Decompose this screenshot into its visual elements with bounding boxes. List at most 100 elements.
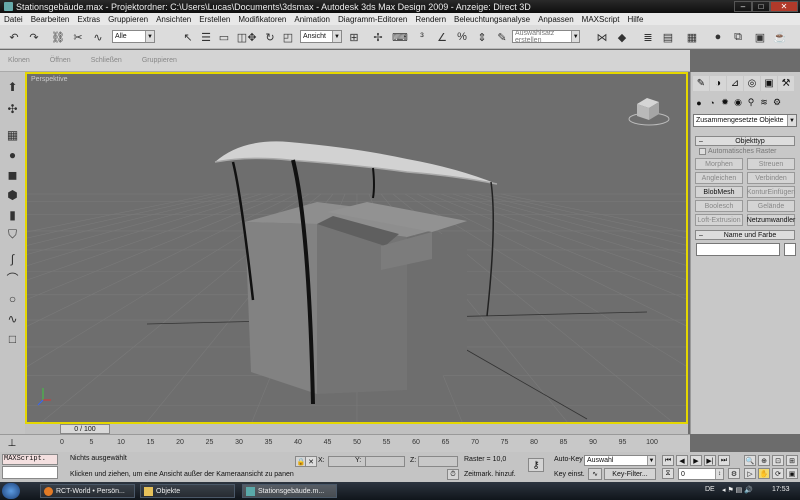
selection-filter-dropdown[interactable]: Alle ▼ [112,30,155,43]
close-button[interactable]: ✕ [770,1,798,12]
spacewarps-icon[interactable]: ≋ [758,96,770,109]
menu-animation[interactable]: Animation [294,15,330,24]
object-category-dropdown[interactable]: Zusammengesetzte Objekte ▼ [693,114,797,127]
select-rotate-icon[interactable]: ↻ [262,29,278,45]
object-name-field[interactable] [696,243,780,256]
menu-extras[interactable]: Extras [77,15,100,24]
set-key-button[interactable]: Key einst. [554,471,585,478]
arc-icon[interactable]: ⌒ [4,270,21,287]
reference-coordinate-dropdown[interactable]: Ansicht ▼ [300,30,342,43]
group-button[interactable]: Gruppieren [142,57,177,64]
add-time-tag[interactable]: Zeitmark. hinzuf. [464,471,516,478]
move-icon[interactable]: ✣ [4,100,21,117]
rectangle-icon[interactable]: □ [4,330,21,347]
pan-view-icon[interactable]: ✋ [758,468,770,479]
zoom-extents-icon[interactable]: ⊡ [772,455,784,466]
set-key-icon[interactable]: ⚷ [528,458,544,472]
track-bar[interactable]: ⊥ 0 5 10 15 20 25 30 35 40 45 50 55 60 65 70 75 80 85 90 95… [0,434,690,452]
align-icon[interactable]: ◆ [614,29,630,45]
clone-button[interactable]: Klonen [8,57,30,64]
keyboard-shortcut-icon[interactable]: ⌨ [392,29,408,45]
mesher-button[interactable]: Netzumwandler [747,214,795,226]
clock[interactable]: 17:53 [772,486,790,493]
key-filters-button[interactable]: Key-Filter... [604,468,656,480]
time-configuration-icon[interactable]: ⚙ [728,468,740,479]
geometry-icon[interactable]: ● [693,96,705,109]
play-icon[interactable]: ▶ [690,455,702,466]
curve-editor-icon[interactable]: ▦ [684,29,700,45]
boolean-button[interactable]: Boolesch [695,200,743,212]
open-mini-curve-editor-icon[interactable]: ⊥ [5,437,19,450]
redo-icon[interactable]: ↷ [26,29,42,45]
utilities-tab-icon[interactable]: ⚒ [778,76,794,91]
open-button[interactable]: Öffnen [50,57,71,64]
current-frame-field[interactable]: 0 ↕ [678,468,724,480]
next-frame-icon[interactable]: ▶| [704,455,716,466]
sphere-icon[interactable]: ● [4,146,21,163]
auto-key-button[interactable]: Auto-Key [554,456,583,463]
go-to-end-icon[interactable]: ⏭ [718,455,730,466]
create-tab-icon[interactable]: ✎ [693,76,709,91]
pivot-center-icon[interactable]: ⊞ [346,29,362,45]
task-objects-folder[interactable]: Objekte [140,484,235,498]
terrain-button[interactable]: Gelände [747,200,795,212]
manipulate-icon[interactable]: ✢ [370,29,386,45]
layer-manager-icon[interactable]: ≣ [640,29,656,45]
motion-tab-icon[interactable]: ◎ [744,76,760,91]
tube-icon[interactable]: ▮ [4,206,21,223]
quick-render-icon[interactable]: ☕ [772,29,788,45]
maxscript-listener[interactable]: MAXScript. [2,454,58,465]
unlink-icon[interactable]: ✂ [70,29,86,45]
maximize-button[interactable]: □ [752,1,770,12]
angle-snap-icon[interactable]: ∠ [434,29,450,45]
systems-icon[interactable]: ⚙ [771,96,783,109]
lights-icon[interactable]: ✹ [719,96,731,109]
go-to-start-icon[interactable]: ⏮ [662,455,674,466]
selection-region-icon[interactable]: ▭ [216,29,232,45]
helix-icon[interactable]: ∫ [4,250,21,267]
time-slider[interactable]: 0 / 100 [25,424,688,434]
material-editor-icon[interactable]: ● [710,29,726,45]
language-indicator[interactable]: DE [705,486,715,493]
name-color-rollout[interactable]: – Name und Farbe [695,230,795,240]
zoom-icon[interactable]: 🔍 [744,455,756,466]
select-by-name-icon[interactable]: ☰ [198,29,214,45]
time-tag-icon[interactable]: ⏱ [447,469,459,480]
zoom-all-icon[interactable]: ⊕ [758,455,770,466]
close-group-button[interactable]: Schließen [91,57,122,64]
viewcube[interactable] [628,98,670,126]
object-type-rollout[interactable]: – Objekttyp [695,136,795,146]
start-button[interactable] [2,483,20,499]
box-grid-icon[interactable]: ▦ [4,126,21,143]
perspective-viewport[interactable]: Perspektive [25,72,688,424]
menu-beleuchtungsanalyse[interactable]: Beleuchtungsanalyse [454,15,530,24]
menu-maxscript[interactable]: MAXScript [582,15,620,24]
mirror-icon[interactable]: ⋈ [594,29,610,45]
snap-toggle-icon[interactable]: ³ [414,29,430,45]
menu-hilfe[interactable]: Hilfe [627,15,643,24]
key-mode-icon[interactable]: ∿ [588,468,602,480]
menu-modifikatoren[interactable]: Modifikatoren [238,15,286,24]
hierarchy-tab-icon[interactable]: ⊿ [727,76,743,91]
viewport-label[interactable]: Perspektive [31,76,68,83]
morph-button[interactable]: Morphen [695,158,743,170]
zoom-extents-all-icon[interactable]: ⊞ [786,455,798,466]
select-scale-icon[interactable]: ◰ [280,29,296,45]
menu-anpassen[interactable]: Anpassen [538,15,574,24]
menu-erstellen[interactable]: Erstellen [199,15,230,24]
menu-datei[interactable]: Datei [4,15,23,24]
display-tab-icon[interactable]: ▣ [761,76,777,91]
circle-icon[interactable]: ○ [4,290,21,307]
graphite-tools-icon[interactable]: ▤ [660,29,676,45]
tray-icons[interactable]: ◂ ⚑ ▤ 🔊 [722,486,753,494]
x-coordinate-field[interactable] [328,456,368,467]
select-move-icon[interactable]: ✥ [244,29,260,45]
scatter-button[interactable]: Streuen [747,158,795,170]
spinner-snap-icon[interactable]: ⇕ [474,29,490,45]
task-3dsmax[interactable]: Stationsgebäude.m... [242,484,337,498]
blobmesh-button[interactable]: BlobMesh [695,186,743,198]
maxscript-input[interactable] [2,466,58,479]
render-setup-icon[interactable]: ⧉ [730,29,746,45]
menu-bearbeiten[interactable]: Bearbeiten [31,15,70,24]
cone-icon[interactable]: ⛉ [4,226,21,243]
